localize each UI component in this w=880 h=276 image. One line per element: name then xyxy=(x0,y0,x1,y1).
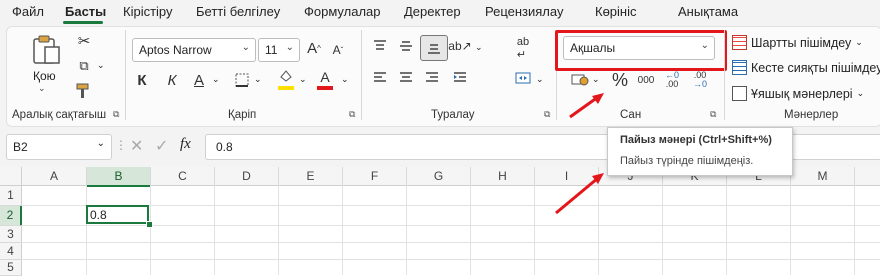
annotation-arrows xyxy=(555,93,604,215)
arrow-to-tooltip xyxy=(555,176,599,215)
arrow-to-percent xyxy=(569,95,599,119)
